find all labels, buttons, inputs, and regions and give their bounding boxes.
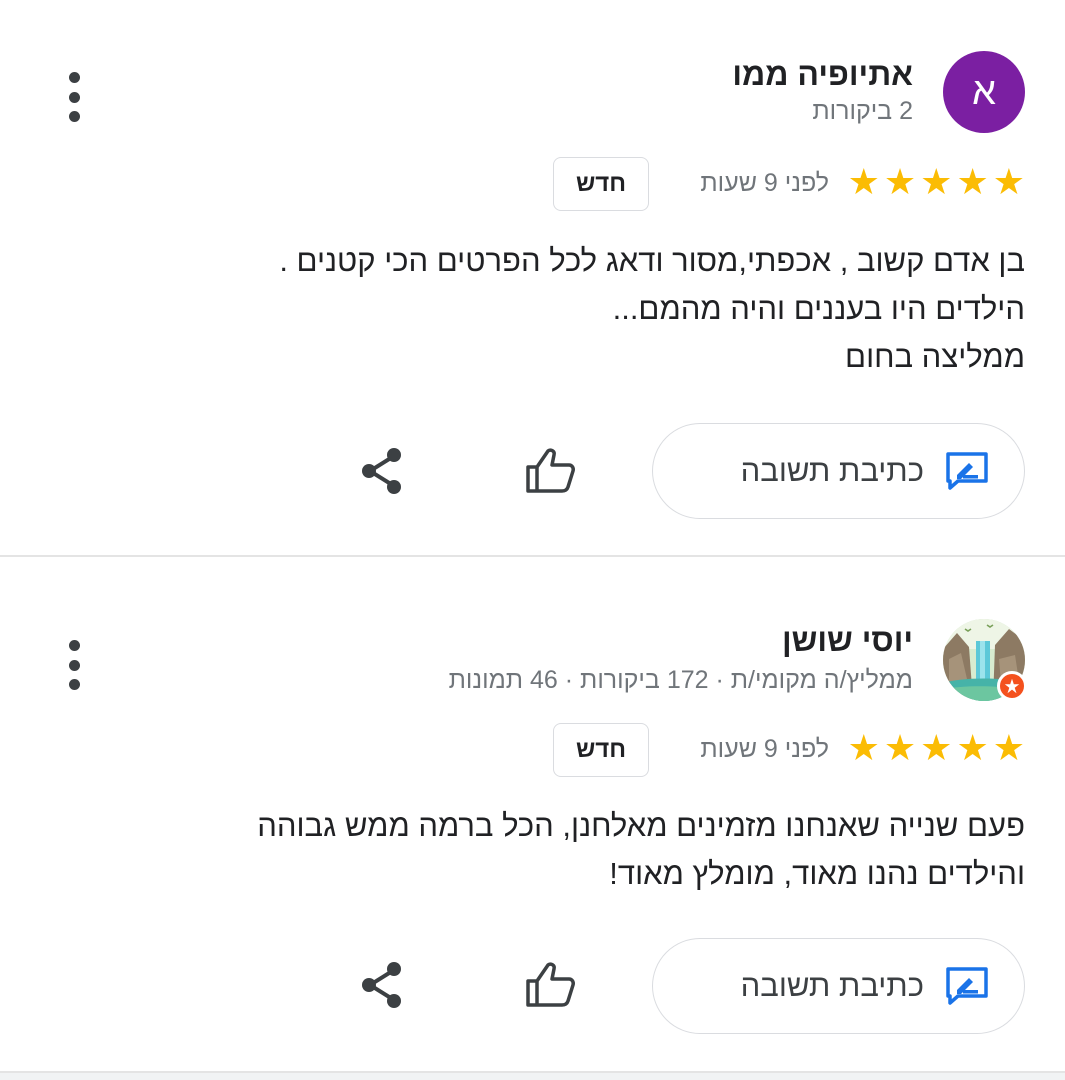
like-button[interactable]	[524, 959, 576, 1011]
star-icon: ★	[956, 162, 989, 203]
more-vertical-icon-dot	[68, 679, 80, 690]
thumbs-up-icon	[526, 448, 575, 493]
star-icon: ★	[920, 162, 953, 203]
star-icon: ★	[883, 728, 917, 769]
reviewer-avatar[interactable]: א	[943, 51, 1025, 133]
star-icon: ★	[956, 728, 989, 769]
reviewer-meta: ממליץ/ה מקומי/ת · 172 ביקורות · 46 תמונו…	[448, 666, 913, 694]
review-text: פעם שנייה שאנחנו מזמינים מאלחנן, הכל ברמ…	[125, 802, 1025, 898]
review-text: בן אדם קשוב , אכפתי,מסור ודאג לכל הפרטים…	[125, 237, 1025, 381]
list-bottom-edge	[0, 1073, 1065, 1080]
review-card: יוסי שושן ממליץ/ה מקומי/ת · 172 ביקורות …	[0, 558, 1065, 1070]
more-vertical-icon-dot	[68, 659, 80, 671]
star-icon: ★	[847, 162, 880, 203]
write-reply-button[interactable]: כתיבת תשובה	[652, 938, 1025, 1034]
share-button[interactable]	[360, 446, 406, 496]
review-text-line: והילדים נהנו מאוד, מומלץ מאוד!	[609, 856, 1025, 891]
share-button[interactable]	[360, 960, 406, 1010]
star-icon: ★	[920, 728, 953, 769]
reviewer-name[interactable]: יוסי שושן	[782, 622, 913, 659]
new-badge: חדש	[553, 723, 649, 777]
new-badge: חדש	[553, 157, 649, 211]
more-vertical-icon	[68, 72, 80, 83]
more-vertical-icon	[68, 640, 80, 651]
star-icon: ★	[992, 162, 1025, 203]
like-button[interactable]	[524, 445, 576, 497]
avatar-letter: א	[972, 70, 996, 113]
write-reply-button[interactable]: כתיבת תשובה	[652, 423, 1025, 519]
star-icon: ★	[883, 162, 917, 203]
reply-icon	[946, 967, 988, 1005]
thumbs-up-icon	[526, 962, 575, 1007]
star-rating: ★ ★ ★ ★ ★	[847, 162, 1025, 203]
share-icon	[362, 962, 401, 1008]
star-icon: ★	[992, 728, 1025, 769]
review-divider	[0, 555, 1065, 557]
review-time: לפני 9 שעות	[700, 735, 829, 763]
write-reply-label: כתיבת תשובה	[740, 968, 924, 1003]
review-text-line: בן אדם קשוב , אכפתי,מסור ודאג לכל הפרטים…	[279, 243, 1025, 278]
star-icon: ★	[847, 728, 880, 769]
local-guide-badge	[997, 671, 1027, 701]
reviewer-name[interactable]: אתיופיה ממו	[732, 56, 913, 93]
more-vertical-icon-dot	[68, 111, 80, 122]
local-guide-icon	[1004, 678, 1020, 694]
reviewer-meta: 2 ביקורות	[812, 97, 913, 125]
review-time: לפני 9 שעות	[700, 169, 829, 197]
review-text-line: ממליצה בחום	[845, 339, 1025, 374]
more-options-button[interactable]	[64, 640, 84, 690]
star-rating: ★ ★ ★ ★ ★	[847, 728, 1025, 769]
more-options-button[interactable]	[64, 72, 84, 122]
more-vertical-icon-dot	[68, 91, 80, 103]
review-text-line: פעם שנייה שאנחנו מזמינים מאלחנן, הכל ברמ…	[257, 808, 1025, 843]
review-text-line: הילדים היו בעננים והיה מהמם...	[612, 291, 1025, 326]
reply-icon	[946, 452, 988, 490]
write-reply-label: כתיבת תשובה	[740, 453, 924, 488]
share-icon	[362, 448, 401, 494]
review-card: א אתיופיה ממו 2 ביקורות ★ ★ ★ ★ ★ לפני 9…	[0, 0, 1065, 556]
